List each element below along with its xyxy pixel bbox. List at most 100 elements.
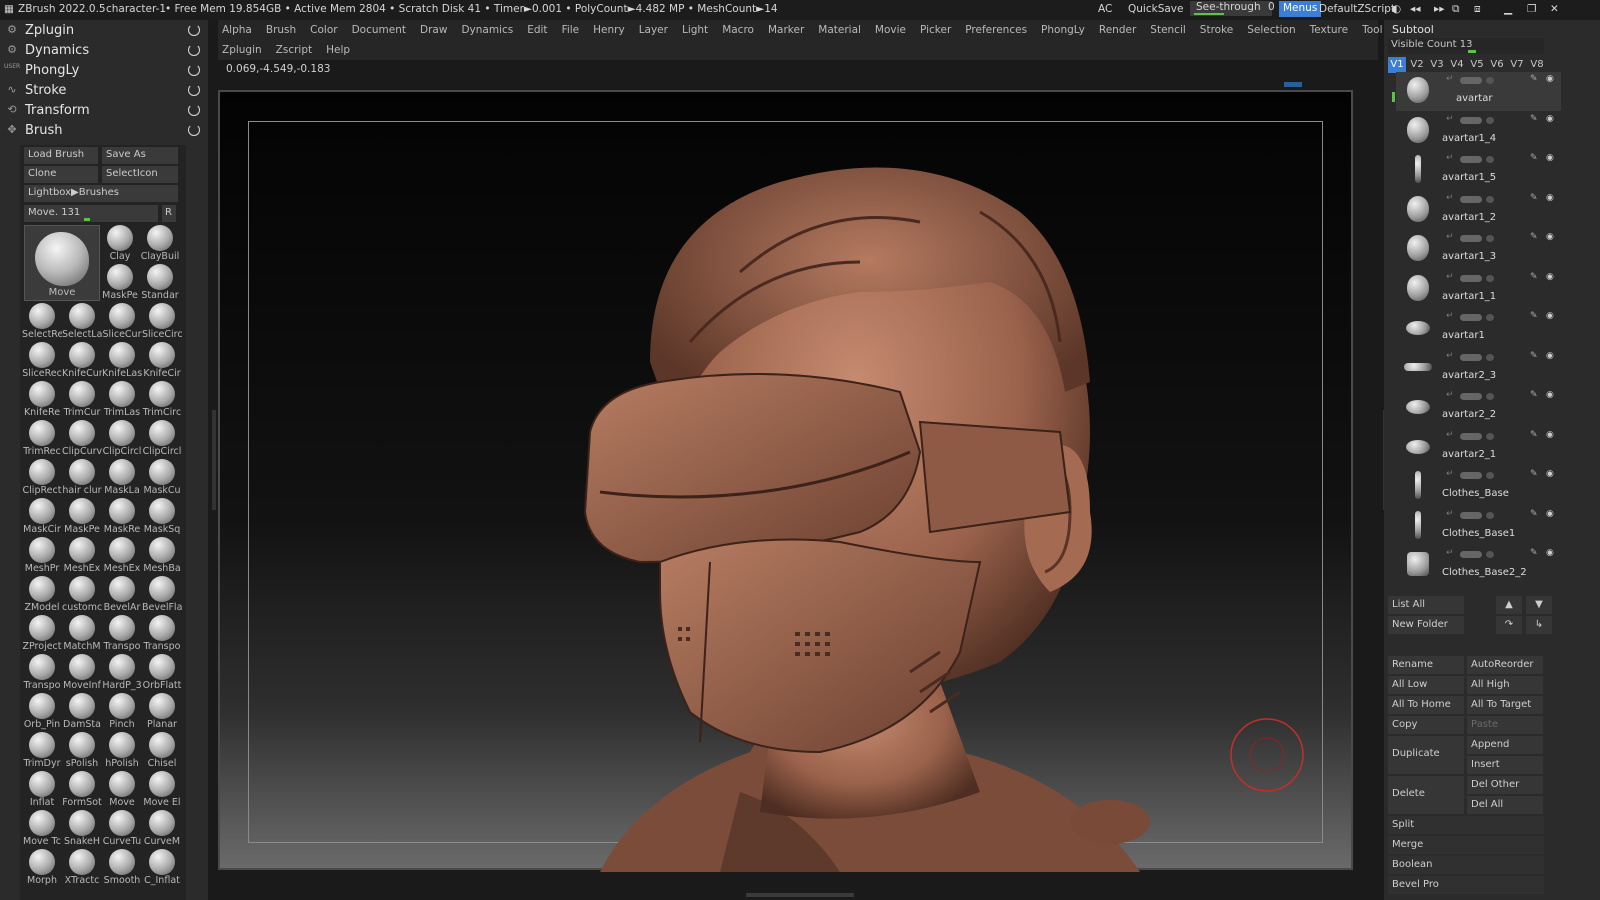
subtool-controls[interactable]: ↵ ✎ ◉ — [1446, 430, 1556, 442]
brush-tile[interactable]: MoveInf — [62, 654, 102, 693]
menu-item[interactable]: Marker — [768, 24, 804, 36]
subtool-item[interactable]: ↵ ✎ ◉ avartar2_1 — [1396, 428, 1561, 467]
brush-tile[interactable]: MeshEx — [62, 537, 102, 576]
brush-tile[interactable]: customc — [62, 576, 102, 615]
refresh-icon[interactable] — [188, 104, 200, 116]
refresh-icon[interactable] — [188, 64, 200, 76]
lightbox-brushes-button[interactable]: Lightbox▶Brushes — [24, 185, 178, 202]
menus-toggle[interactable]: Menus — [1279, 1, 1322, 17]
palette-phongly[interactable]: USER PhongLy — [4, 60, 200, 80]
brush-tile[interactable]: MeshEx — [102, 537, 142, 576]
menu-item[interactable]: Help — [326, 44, 350, 56]
brush-tile[interactable]: MaskPe — [100, 264, 140, 303]
brush-tile[interactable]: Move El — [142, 771, 182, 810]
subtool-item[interactable]: ↵ ✎ ◉ avartar1 — [1396, 309, 1561, 348]
brush-tile[interactable]: Chisel — [142, 732, 182, 771]
version-tab[interactable]: V3 — [1428, 57, 1446, 73]
brush-tile[interactable]: KnifeCur — [62, 342, 102, 381]
subtool-item[interactable]: ↵ ✎ ◉ avartar1_2 — [1396, 191, 1561, 230]
copy-button[interactable]: Copy — [1388, 716, 1464, 734]
brush-tile[interactable]: SelectLa — [62, 303, 102, 342]
brush-tile[interactable]: SliceCur — [102, 303, 142, 342]
restore-icon[interactable]: ❐ — [1527, 3, 1536, 15]
subtool-controls[interactable]: ↵ ✎ ◉ — [1446, 469, 1556, 481]
menu-item[interactable]: Zplugin — [222, 44, 262, 56]
brush-tile[interactable]: SliceCirc — [142, 303, 182, 342]
menu-item[interactable]: Zscript — [276, 44, 312, 56]
menu-item[interactable]: Henry — [593, 24, 625, 36]
brush-tile[interactable]: hair clur — [62, 459, 102, 498]
subtool-item[interactable]: ↵ ✎ ◉ avartar2_3 — [1396, 349, 1561, 388]
brush-tile[interactable]: MaskSq — [142, 498, 182, 537]
minimize-icon[interactable]: ▁ — [1504, 3, 1512, 15]
menu-item[interactable]: Selection — [1247, 24, 1295, 36]
brush-tile[interactable]: ClipCircl — [102, 420, 142, 459]
subtool-controls[interactable]: ↵ ✎ ◉ — [1446, 509, 1556, 521]
version-tab[interactable]: V7 — [1508, 57, 1526, 73]
menu-item[interactable]: Picker — [920, 24, 951, 36]
brush-tile[interactable]: KnifeRe — [22, 381, 62, 420]
subtool-item[interactable]: ↵ ✎ ◉ avartar1_3 — [1396, 230, 1561, 269]
menu-item[interactable]: Tool — [1362, 24, 1382, 36]
brush-tile[interactable]: Move Tc — [22, 810, 62, 849]
brush-tile[interactable]: Planar — [142, 693, 182, 732]
version-tab[interactable]: V6 — [1488, 57, 1506, 73]
version-tab[interactable]: V8 — [1528, 57, 1546, 73]
menu-item[interactable]: Draw — [420, 24, 447, 36]
palette-stroke[interactable]: ∿ Stroke — [4, 80, 200, 100]
subtool-controls[interactable]: ↵ ✎ ◉ — [1446, 272, 1556, 284]
refresh-icon[interactable] — [188, 124, 200, 136]
brush-tile[interactable]: HardP_3 — [102, 654, 142, 693]
menu-item[interactable]: Alpha — [222, 24, 252, 36]
all-low-button[interactable]: All Low — [1388, 676, 1464, 694]
palette-brush[interactable]: ✥ Brush — [4, 120, 200, 140]
brush-tile[interactable]: MaskLa — [102, 459, 142, 498]
brush-tile[interactable]: MeshBa — [142, 537, 182, 576]
brush-tile[interactable]: ZModel — [22, 576, 62, 615]
del-other-button[interactable]: Del Other — [1467, 776, 1543, 794]
brush-tile[interactable]: KnifeCir — [142, 342, 182, 381]
left-splitter[interactable] — [212, 410, 216, 510]
bottom-shelf-handle[interactable] — [746, 893, 854, 897]
brush-tile[interactable]: TrimCur — [62, 381, 102, 420]
refresh-icon[interactable] — [188, 24, 200, 36]
subtool-controls[interactable]: ↵ ✎ ◉ — [1446, 548, 1556, 560]
delete-button[interactable]: Delete — [1388, 776, 1464, 814]
palette-zplugin[interactable]: ⚙ Zplugin — [4, 20, 200, 40]
append-button[interactable]: Append — [1467, 736, 1543, 754]
move-down-icon[interactable]: ▼ — [1526, 596, 1552, 614]
menu-item[interactable]: PhongLy — [1041, 24, 1085, 36]
menu-item[interactable]: Light — [682, 24, 708, 36]
brightness-icon[interactable]: ◐ — [1392, 3, 1401, 15]
all-high-button[interactable]: All High — [1467, 676, 1543, 694]
refresh-icon[interactable] — [188, 84, 200, 96]
subtool-controls[interactable]: ↵ ✎ ◉ — [1446, 193, 1556, 205]
subtool-item[interactable]: ↵ ✎ ◉ avartar1_4 — [1396, 112, 1561, 151]
subtool-controls[interactable]: ↵ ✎ ◉ — [1446, 311, 1556, 323]
ac-button[interactable]: AC — [1098, 3, 1112, 15]
insert-button[interactable]: Insert — [1467, 756, 1543, 774]
brush-tile[interactable]: Transpo — [142, 615, 182, 654]
brush-tile[interactable]: Transpo — [102, 615, 142, 654]
timeline-marker[interactable] — [1284, 82, 1302, 87]
brush-tile[interactable]: TrimRec — [22, 420, 62, 459]
brush-tile[interactable]: ClipRect — [22, 459, 62, 498]
bevel-pro-section[interactable]: Bevel Pro — [1388, 876, 1544, 894]
brush-tile[interactable]: hPolish — [102, 732, 142, 771]
subtool-item[interactable]: ↵ ✎ ◉ avartar — [1396, 72, 1561, 111]
menu-item[interactable]: Macro — [722, 24, 754, 36]
brush-tile[interactable]: KnifeLas — [102, 342, 142, 381]
redo-arrow-icon[interactable]: ↷ — [1496, 616, 1522, 634]
version-tab[interactable]: V2 — [1408, 57, 1426, 73]
brush-tile[interactable]: BevelAr — [102, 576, 142, 615]
brush-tile[interactable]: FormSot — [62, 771, 102, 810]
del-all-button[interactable]: Del All — [1467, 796, 1543, 814]
menu-item[interactable]: Document — [352, 24, 406, 36]
brush-tile[interactable]: Inflat — [22, 771, 62, 810]
subtool-controls[interactable]: ↵ ✎ ◉ — [1446, 74, 1556, 86]
brush-tile[interactable]: sPolish — [62, 732, 102, 771]
version-tab[interactable]: V4 — [1448, 57, 1466, 73]
brush-tile[interactable]: ClayBuil — [140, 225, 180, 264]
brush-tile[interactable]: MeshPr — [22, 537, 62, 576]
close-icon[interactable]: ✕ — [1550, 3, 1559, 15]
